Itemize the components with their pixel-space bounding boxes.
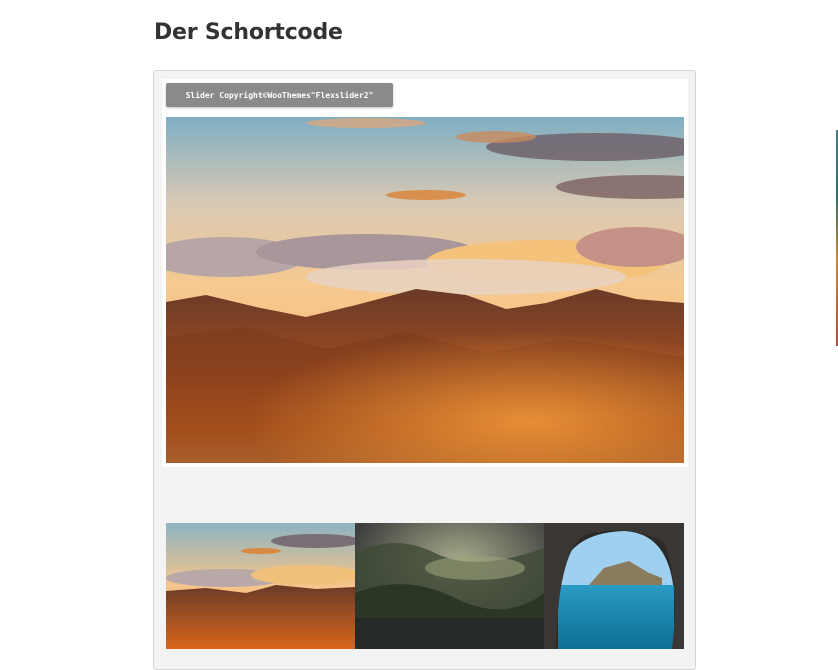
thumbnail-mountain-sunset[interactable] (166, 523, 355, 649)
shortcode-badge: Slider Copyright©WooThemes"Flexslider2" (166, 83, 393, 107)
thumbnail-misty-forest[interactable] (355, 523, 544, 649)
page-title: Der Schortcode (154, 20, 343, 45)
thumbnail-sea-cave[interactable] (544, 523, 684, 649)
shortcode-container: Slider Copyright©WooThemes"Flexslider2" (153, 70, 696, 670)
thumbnail-row (166, 523, 684, 649)
main-slide-image[interactable] (166, 117, 684, 463)
